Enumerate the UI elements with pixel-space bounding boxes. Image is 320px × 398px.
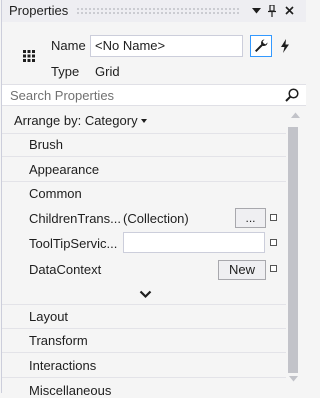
category-label: Common: [29, 186, 82, 201]
divider: [2, 181, 286, 182]
properties-tab-button[interactable]: [250, 35, 272, 57]
property-name: ChildrenTrans...: [29, 211, 121, 226]
lightning-icon: [281, 39, 289, 53]
name-value: <No Name>: [95, 38, 166, 53]
divider: [2, 133, 286, 134]
name-field[interactable]: <No Name>: [90, 35, 243, 57]
divider: [2, 304, 286, 305]
category-label: Miscellaneous: [29, 383, 112, 398]
scrollbar-thumb[interactable]: [288, 127, 298, 373]
type-value: Grid: [95, 64, 120, 79]
show-more-chevron-icon[interactable]: [139, 290, 152, 299]
scroll-down-icon[interactable]: [289, 376, 298, 382]
properties-panel: Properties Name <No Name> Type Grid Sear…: [1, 0, 306, 398]
divider: [2, 156, 286, 157]
events-tab-button[interactable]: [274, 35, 296, 57]
panel-titlebar: Properties: [2, 0, 306, 22]
drag-grip[interactable]: [76, 7, 240, 15]
search-icon[interactable]: [284, 87, 300, 103]
advanced-options-marker[interactable]: [270, 265, 277, 272]
category-label: Interactions: [29, 358, 97, 373]
panel-title: Properties: [9, 3, 69, 18]
name-label: Name: [51, 38, 86, 53]
chevron-down-icon[interactable]: [141, 119, 147, 123]
new-datacontext-button[interactable]: New: [218, 260, 266, 280]
divider: [2, 352, 286, 353]
arrange-by-dropdown[interactable]: Arrange by: Category: [14, 113, 138, 128]
grid-icon: [15, 42, 43, 70]
category-label: Transform: [29, 333, 88, 348]
close-icon[interactable]: [282, 3, 296, 19]
category-label: Appearance: [29, 162, 100, 177]
divider: [2, 377, 286, 378]
property-value: (Collection): [123, 211, 189, 226]
wrench-icon: [255, 39, 268, 52]
search-input[interactable]: Search Properties: [10, 88, 114, 103]
scroll-up-icon[interactable]: [291, 112, 300, 118]
property-name: DataContext: [29, 262, 102, 277]
category-label: Layout: [29, 309, 69, 324]
property-name: ToolTipServic...: [29, 236, 118, 251]
advanced-options-marker[interactable]: [270, 214, 277, 221]
type-label: Type: [51, 64, 80, 79]
collection-editor-button[interactable]: ...: [235, 208, 266, 228]
pin-icon[interactable]: [265, 3, 279, 19]
advanced-options-marker[interactable]: [270, 239, 277, 246]
category-label: Brush: [29, 137, 63, 152]
search-box[interactable]: Search Properties: [2, 84, 306, 106]
divider: [2, 328, 286, 329]
tooltip-value-field[interactable]: [123, 232, 265, 253]
dropdown-icon[interactable]: [249, 3, 263, 19]
